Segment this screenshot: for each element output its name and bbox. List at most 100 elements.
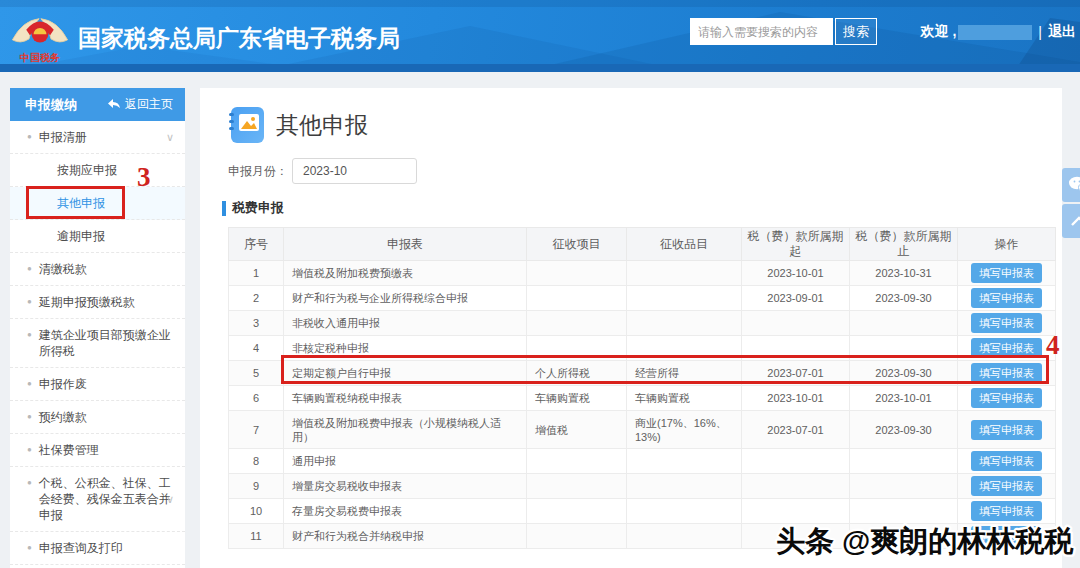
back-arrow-icon: [108, 99, 121, 110]
sidebar-item-label: 建筑企业项目部预缴企业所得税: [39, 327, 177, 359]
levy-item: [627, 261, 742, 286]
table-row: 4非核定税种申报 填写申报表: [229, 336, 1056, 361]
wechat-button[interactable]: [1062, 168, 1080, 202]
fill-form-button[interactable]: 填写申报表: [971, 263, 1042, 283]
sidebar-item-label: 延期申报预缴税款: [39, 294, 135, 310]
levy-item: [627, 499, 742, 524]
back-home-link[interactable]: 返回主页: [108, 96, 173, 113]
levy-project: [527, 261, 627, 286]
table-row: 5定期定额户自行申报个人所得税经营所得2023-07-012023-09-30填…: [229, 361, 1056, 386]
fill-form-button[interactable]: 填写申报表: [971, 288, 1042, 308]
table-row: 10存量房交易税费申报表 填写申报表: [229, 499, 1056, 524]
action-cell: 填写申报表: [958, 361, 1056, 386]
period-start: [742, 311, 850, 336]
table-row: 11财产和行为税合并纳税申报填写申报表: [229, 524, 1056, 549]
page-title: 其他申报: [276, 110, 368, 141]
month-input[interactable]: 2023-10: [292, 158, 417, 184]
table-row: 2财产和行为税与企业所得税综合申报 2023-09-012023-09-30 填写申…: [229, 286, 1056, 311]
sidebar-item-label: 按期应申报: [57, 162, 117, 178]
sidebar: 申报缴纳 返回主页 ●申报清册∨按期应申报其他申报逾期申报●清缴税款●延期申报预…: [10, 88, 185, 568]
fill-form-button[interactable]: 填写申报表: [971, 388, 1042, 408]
levy-item: 车辆购置税: [627, 386, 742, 411]
column-header: 征收项目: [527, 228, 627, 261]
divider: |: [1038, 24, 1042, 40]
period-start: [742, 499, 850, 524]
action-cell: 填写申报表: [958, 411, 1056, 449]
logout-link[interactable]: 退出: [1048, 23, 1076, 41]
action-cell: 填写申报表: [958, 286, 1056, 311]
row-index: 10: [229, 499, 284, 524]
period-start: 2023-10-01: [742, 386, 850, 411]
bullet-icon: ●: [27, 376, 32, 392]
table-row: 8通用申报填写申报表: [229, 449, 1056, 474]
scroll-top-button[interactable]: [1062, 204, 1080, 238]
row-index: 5: [229, 361, 284, 386]
fill-form-button[interactable]: 填写申报表: [971, 313, 1042, 333]
levy-item: [627, 336, 742, 361]
period-end: [850, 474, 958, 499]
form-name: 存量房交易税费申报表: [284, 499, 527, 524]
form-name: 财产和行为税与企业所得税综合申报: [284, 286, 527, 311]
tax-forms-table: 序号申报表征收项目征收品目税（费）款所属期起税（费）款所属期止操作 1增值税及附…: [228, 227, 1055, 549]
row-index: 4: [229, 336, 284, 361]
chevron-down-icon: ∨: [166, 491, 174, 507]
sidebar-item[interactable]: ● 申报作废: [10, 368, 185, 401]
sidebar-item[interactable]: 按期应申报: [10, 154, 185, 187]
column-header: 征收品目: [627, 228, 742, 261]
svg-text:中国税务: 中国税务: [20, 52, 60, 63]
levy-project: 车辆购置税: [527, 386, 627, 411]
period-end: [850, 524, 958, 549]
period-start: 2023-07-01: [742, 411, 850, 449]
fill-form-button[interactable]: 填写申报表: [971, 420, 1042, 440]
sidebar-item[interactable]: ●延期申报预缴税款: [10, 286, 185, 319]
form-name: 车辆购置税纳税申报表: [284, 386, 527, 411]
form-name: 通用申报: [284, 449, 527, 474]
fill-form-button[interactable]: 填写申报表: [971, 501, 1042, 521]
period-start: 2023-09-01: [742, 286, 850, 311]
table-row: 1增值税及附加税费预缴表2023-10-012023-10-31填写申报表: [229, 261, 1056, 286]
sidebar-item[interactable]: 逾期申报: [10, 220, 185, 253]
levy-item: [627, 311, 742, 336]
sidebar-item[interactable]: ●预约缴款: [10, 401, 185, 434]
search-button[interactable]: 搜索: [835, 18, 877, 45]
bullet-icon: ●: [27, 129, 32, 145]
period-end: 2023-09-30: [850, 411, 958, 449]
period-end: 2023-09-30: [850, 286, 958, 311]
form-name: 定期定额户自行申报: [284, 361, 527, 386]
sidebar-item-label: 申报查询及打印: [39, 540, 123, 556]
sidebar-item[interactable]: ●社保费管理: [10, 434, 185, 467]
sidebar-item-label: 个税、公积金、社保、工会经费、残保金五表合并申报: [39, 475, 177, 523]
sidebar-item[interactable]: 其他申报: [10, 187, 185, 220]
form-name: 增值税及附加税费申报表（小规模纳税人适用）: [284, 411, 527, 449]
search-input[interactable]: [690, 18, 833, 45]
sidebar-item[interactable]: ●个税、公积金、社保、工会经费、残保金五表合并申报∨: [10, 467, 185, 532]
sidebar-item[interactable]: ● 申报查询及打印: [10, 532, 185, 565]
sidebar-item[interactable]: ●建筑企业项目部预缴企业所得税: [10, 319, 185, 368]
bullet-icon: ●: [27, 261, 32, 277]
form-name: 非核定税种申报: [284, 336, 527, 361]
floating-toolbar: [1062, 168, 1080, 240]
fill-form-button[interactable]: 填写申报表: [971, 476, 1042, 496]
fill-form-button[interactable]: 填写申报表: [971, 451, 1042, 471]
fill-form-button[interactable]: 填写申报表: [971, 363, 1042, 383]
sidebar-item[interactable]: ●清缴税款: [10, 253, 185, 286]
action-cell: 填写申报表: [958, 499, 1056, 524]
fill-form-button[interactable]: 填写申报表: [971, 338, 1042, 358]
row-index: 3: [229, 311, 284, 336]
bullet-icon: ●: [27, 540, 32, 556]
username-redacted: [958, 25, 1032, 40]
row-index: 1: [229, 261, 284, 286]
levy-item: [627, 449, 742, 474]
welcome-text: 欢迎 ,: [921, 23, 957, 41]
action-cell: 填写申报表: [958, 386, 1056, 411]
column-header: 序号: [229, 228, 284, 261]
sidebar-menu: ●申报清册∨按期应申报其他申报逾期申报●清缴税款●延期申报预缴税款●建筑企业项目…: [10, 121, 185, 565]
column-header: 申报表: [284, 228, 527, 261]
fill-form-button[interactable]: 填写申报表: [971, 526, 1042, 546]
row-index: 2: [229, 286, 284, 311]
period-end: [850, 311, 958, 336]
levy-project: [527, 286, 627, 311]
annotation-number-4: 4: [1046, 330, 1060, 361]
sidebar-item[interactable]: ●申报清册∨: [10, 121, 185, 154]
sidebar-item-label: 申报作废: [39, 376, 87, 392]
